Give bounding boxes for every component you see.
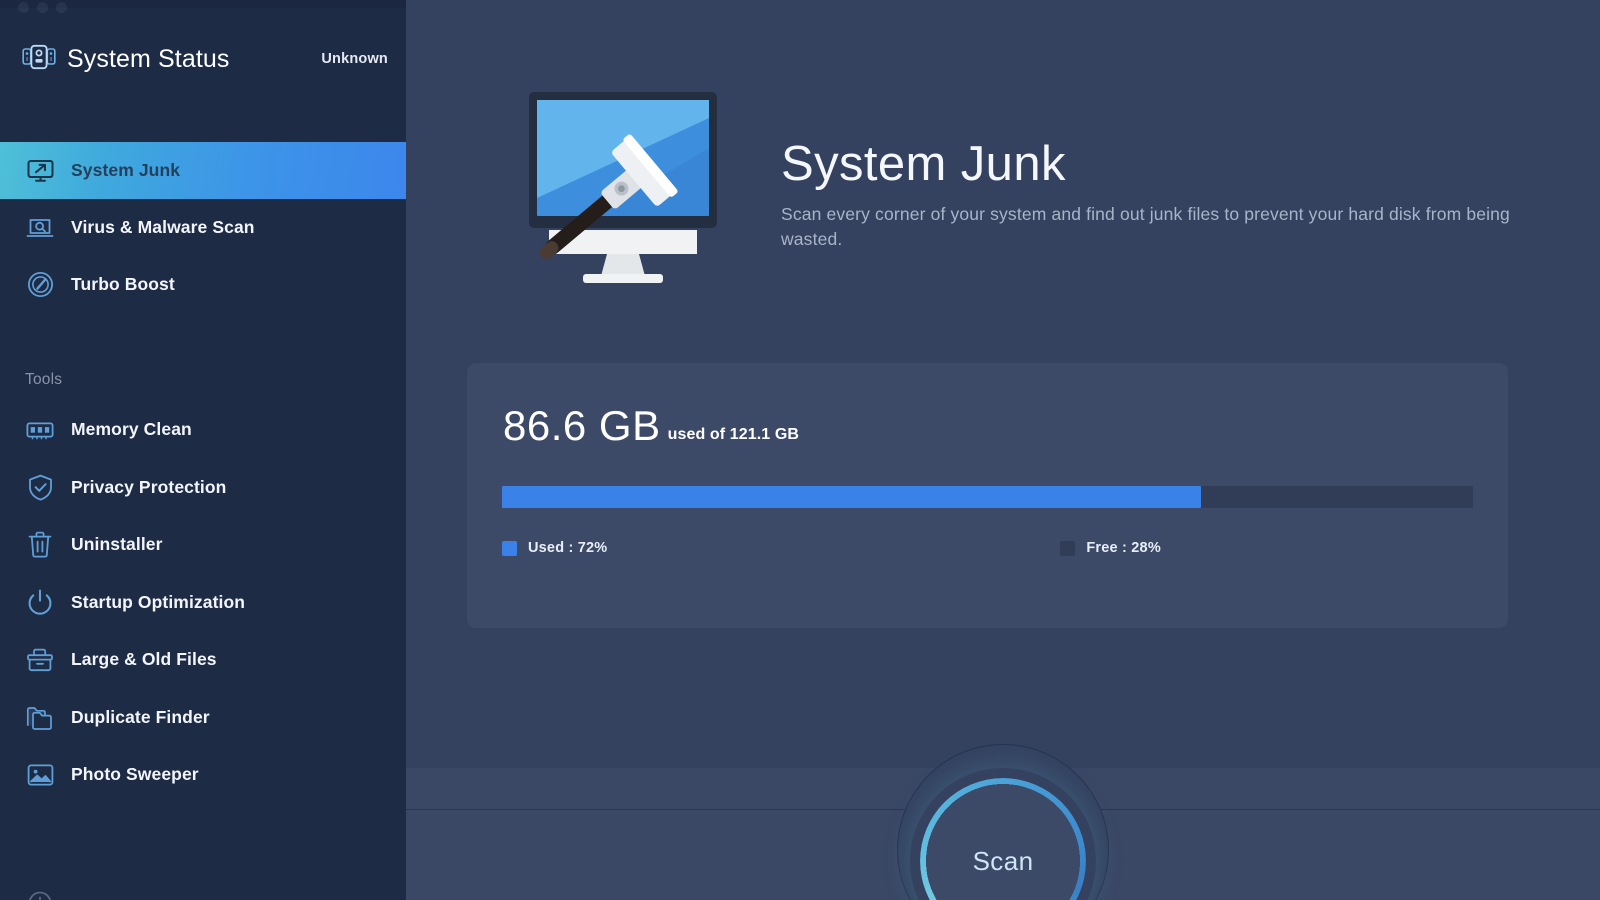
sidebar-item-next-partial-icon[interactable] (25, 888, 55, 900)
sidebar-item-startup-optimization[interactable]: Startup Optimization (0, 574, 406, 632)
shield-check-icon (25, 472, 55, 502)
sidebar-item-duplicate-finder[interactable]: Duplicate Finder (0, 689, 406, 747)
photo-icon (25, 760, 55, 790)
storage-progress-fill (502, 486, 1202, 508)
zoom-button[interactable] (56, 2, 67, 13)
file-box-icon (25, 645, 55, 675)
minimize-button[interactable] (37, 2, 48, 13)
app-window: System Status Unknown System Junk Virus … (0, 0, 1600, 900)
bottom-action-bar: Scan (406, 744, 1600, 900)
memory-chip-icon (25, 415, 55, 445)
sidebar-item-label: Virus & Malware Scan (71, 217, 255, 237)
sidebar-tools-heading: Tools (25, 371, 63, 388)
scan-button-label: Scan (972, 845, 1034, 876)
sidebar-item-label: Turbo Boost (71, 274, 175, 294)
legend-swatch-free (1060, 540, 1076, 556)
legend-item-free: Free : 28% (1060, 540, 1161, 556)
sidebar-tools-nav: Memory Clean Privacy Protection Uninstal… (0, 401, 406, 804)
sidebar-item-system-junk[interactable]: System Junk (0, 142, 406, 199)
storage-legend: Used : 72% Free : 28% (502, 540, 1473, 556)
sidebar-item-privacy-protection[interactable]: Privacy Protection (0, 459, 406, 517)
sidebar-item-virus-malware-scan[interactable]: Virus & Malware Scan (0, 199, 406, 256)
page-title: System Junk (781, 137, 1066, 191)
monitor-arrow-icon (25, 156, 55, 186)
legend-label-used: Used : 72% (528, 540, 608, 556)
hero-section: System Junk Scan every corner of your sy… (406, 0, 1600, 330)
sidebar-item-photo-sweeper[interactable]: Photo Sweeper (0, 746, 406, 804)
sidebar-item-label: Photo Sweeper (71, 764, 199, 785)
sidebar-item-label: Privacy Protection (71, 476, 227, 497)
sidebar-item-large-old-files[interactable]: Large & Old Files (0, 631, 406, 689)
power-icon (25, 587, 55, 617)
sidebar: System Status Unknown System Junk Virus … (0, 0, 406, 900)
sidebar-item-label: Memory Clean (71, 419, 192, 440)
folders-icon (25, 702, 55, 732)
storage-progress-track (502, 486, 1473, 508)
legend-item-used: Used : 72% (502, 540, 607, 556)
devices-icon (22, 44, 56, 75)
hero-text-block: System Junk Scan every corner of your sy… (781, 138, 1521, 252)
sidebar-item-memory-clean[interactable]: Memory Clean (0, 401, 406, 459)
page-description: Scan every corner of your system and fin… (781, 203, 1510, 250)
system-status-value: Unknown (321, 51, 388, 67)
system-status-header[interactable]: System Status Unknown (0, 0, 406, 118)
storage-summary: 86.6 GB used of 121.1 GB (503, 405, 799, 447)
close-button[interactable] (18, 2, 29, 13)
window-traffic-lights[interactable] (18, 2, 67, 13)
sidebar-item-label: System Junk (71, 160, 181, 180)
sidebar-item-label: Startup Optimization (71, 591, 246, 612)
speedometer-icon (25, 270, 55, 300)
legend-swatch-used (502, 540, 517, 556)
legend-label-free: Free : 28% (1086, 540, 1161, 556)
storage-used-of-label: used of 121.1 GB (667, 426, 800, 443)
storage-used-value: 86.6 GB (503, 402, 661, 449)
sidebar-item-uninstaller[interactable]: Uninstaller (0, 516, 406, 574)
system-status-title: System Status (67, 44, 230, 73)
main-content: System Junk Scan every corner of your sy… (406, 0, 1600, 900)
trash-icon (25, 530, 55, 560)
sidebar-item-label: Large & Old Files (71, 649, 217, 670)
laptop-magnifier-icon (25, 213, 55, 243)
sidebar-item-label: Uninstaller (71, 534, 163, 555)
sidebar-primary-nav: System Junk Virus & Malware Scan Turbo B… (0, 142, 406, 313)
monitor-squeegee-illustration (495, 88, 751, 288)
sidebar-item-label: Duplicate Finder (71, 706, 210, 727)
storage-card: 86.6 GB used of 121.1 GB Used : 72% Free… (467, 363, 1508, 628)
sidebar-item-turbo-boost[interactable]: Turbo Boost (0, 256, 406, 313)
